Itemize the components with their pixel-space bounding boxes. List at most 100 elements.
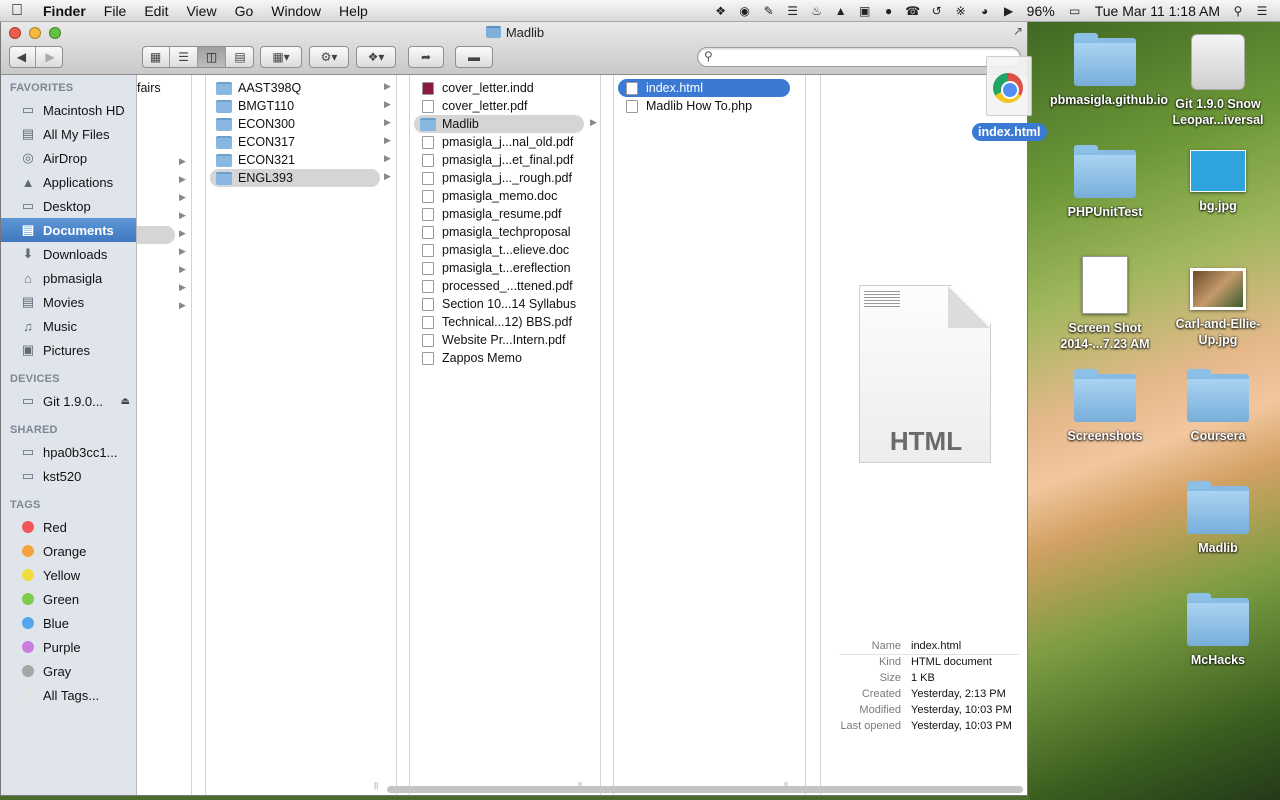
fullscreen-icon[interactable]: ↗: [1013, 24, 1023, 38]
sidebar-item-music[interactable]: ♫ Music: [1, 314, 136, 338]
incognito-hat-icon[interactable]: ●: [879, 3, 899, 19]
sidebar-item-git-volume[interactable]: ▭ Git 1.9.0... ⏏: [1, 389, 136, 413]
bell-icon[interactable]: ▲: [831, 3, 851, 19]
desktop-item-pbmasigla-github[interactable]: pbmasigla.github.io: [1050, 33, 1168, 108]
column-view-button[interactable]: ◫: [198, 47, 226, 67]
menu-clock[interactable]: Tue Mar 11 1:18 AM: [1089, 3, 1226, 19]
sidebar-item-all-my-files[interactable]: ▤ All My Files: [1, 122, 136, 146]
list-item[interactable]: pmasigla_resume.pdf: [414, 205, 584, 223]
menu-finder[interactable]: Finder: [34, 0, 95, 22]
wifi-icon[interactable]: ◕: [975, 3, 995, 19]
list-item[interactable]: index.html: [618, 79, 790, 97]
spotlight-search-icon[interactable]: ⚲: [1228, 3, 1248, 19]
list-item[interactable]: BMGT110: [210, 97, 380, 115]
sidebar-item-tag[interactable]: Yellow: [1, 563, 136, 587]
list-item[interactable]: Madlib: [414, 115, 584, 133]
search-input[interactable]: [720, 50, 1010, 64]
sidebar-item-tag[interactable]: Purple: [1, 635, 136, 659]
list-item[interactable]: cover_letter.indd: [414, 79, 584, 97]
desktop-item-screen-shot[interactable]: Screen Shot 2014-...7.23 AM: [1050, 256, 1160, 352]
horizontal-scrollbar[interactable]: [387, 786, 1023, 793]
sidebar-item-shared-kst520[interactable]: ▭ kst520: [1, 464, 136, 488]
menu-file[interactable]: File: [95, 0, 136, 22]
list-item[interactable]: Technical...12) BBS.pdf: [414, 313, 584, 331]
list-item[interactable]: cover_letter.pdf: [414, 97, 584, 115]
list-item[interactable]: pmasigla_t...elieve.doc: [414, 241, 584, 259]
list-item[interactable]: processed_...ttened.pdf: [414, 277, 584, 295]
list-item[interactable]: ECON300: [210, 115, 380, 133]
time-machine-icon[interactable]: ↺: [927, 3, 947, 19]
desktop-item-madlib[interactable]: Madlib: [1163, 481, 1273, 556]
list-item[interactable]: ECON321: [210, 151, 380, 169]
sidebar-item-tag[interactable]: All Tags...: [1, 683, 136, 707]
list-item[interactable]: pmasigla_j...nal_old.pdf: [414, 133, 584, 151]
sidebar-item-desktop[interactable]: ▭ Desktop: [1, 194, 136, 218]
dropbox-button[interactable]: ❖▾: [356, 46, 396, 68]
sidebar-item-pictures[interactable]: ▣ Pictures: [1, 338, 136, 362]
list-item[interactable]: fairs: [137, 79, 192, 97]
desktop-item-coursera[interactable]: Coursera: [1163, 369, 1273, 444]
eject-icon[interactable]: ⏏: [121, 396, 130, 407]
sidebar-item-documents[interactable]: ▤ Documents: [1, 218, 136, 242]
forward-button[interactable]: ▶: [36, 47, 64, 67]
list-item[interactable]: AAST398Q: [210, 79, 380, 97]
share-button[interactable]: ➦: [408, 46, 444, 68]
sidebar-item-downloads[interactable]: ⬇ Downloads: [1, 242, 136, 266]
list-item[interactable]: pmasigla_j..._rough.pdf: [414, 169, 584, 187]
notes-icon[interactable]: ✎: [759, 3, 779, 19]
airplay-icon[interactable]: ▣: [855, 3, 875, 19]
battery-percent[interactable]: 96%: [1021, 3, 1061, 19]
list-item[interactable]: Section 10...14 Syllabus: [414, 295, 584, 313]
sidebar-item-tag[interactable]: Gray: [1, 659, 136, 683]
sidebar-item-shared-hpa[interactable]: ▭ hpa0b3cc1...: [1, 440, 136, 464]
script-icon[interactable]: ☰: [783, 3, 803, 19]
menu-go[interactable]: Go: [226, 0, 263, 22]
evernote-icon[interactable]: ◉: [735, 3, 755, 19]
list-item-selected-documents-child[interactable]: [137, 226, 175, 244]
column-resize-handle[interactable]: ||: [374, 781, 378, 790]
tags-button[interactable]: ▬: [455, 46, 493, 68]
sidebar-item-movies[interactable]: ▤ Movies: [1, 290, 136, 314]
icon-view-button[interactable]: ▦: [142, 47, 170, 67]
list-item[interactable]: Madlib How To.php: [618, 97, 790, 115]
list-item[interactable]: ECON317: [210, 133, 380, 151]
list-item[interactable]: pmasigla_techproposal: [414, 223, 584, 241]
desktop-item-screenshots[interactable]: Screenshots: [1050, 369, 1160, 444]
sidebar-item-macintosh-hd[interactable]: ▭ Macintosh HD: [1, 98, 136, 122]
list-item[interactable]: Website Pr...Intern.pdf: [414, 331, 584, 349]
list-item[interactable]: pmasigla_t...ereflection: [414, 259, 584, 277]
list-view-button[interactable]: ☰: [170, 47, 198, 67]
list-item[interactable]: pmasigla_memo.doc: [414, 187, 584, 205]
menu-edit[interactable]: Edit: [135, 0, 177, 22]
desktop-item-phpunittest[interactable]: PHPUnitTest: [1050, 145, 1160, 220]
sidebar-item-tag[interactable]: Orange: [1, 539, 136, 563]
bluetooth-icon[interactable]: ※: [951, 3, 971, 19]
list-item[interactable]: ENGL393: [210, 169, 380, 187]
action-button[interactable]: ⚙▾: [309, 46, 349, 68]
list-item[interactable]: Zappos Memo: [414, 349, 584, 367]
sidebar-item-pbmasigla[interactable]: ⌂ pbmasigla: [1, 266, 136, 290]
dropbox-icon[interactable]: ❖: [711, 3, 731, 19]
menu-window[interactable]: Window: [262, 0, 330, 22]
volume-icon[interactable]: ▶: [999, 3, 1019, 19]
desktop-item-mchacks[interactable]: McHacks: [1163, 593, 1273, 668]
satellite-icon[interactable]: ☎: [903, 3, 923, 19]
sidebar-item-airdrop[interactable]: ◎ AirDrop: [1, 146, 136, 170]
desktop-item-carl-and-ellie[interactable]: Carl-and-Ellie-Up.jpg: [1163, 268, 1273, 348]
apple-menu-icon[interactable]: : [0, 0, 34, 22]
menu-view[interactable]: View: [177, 0, 225, 22]
sidebar-item-tag[interactable]: Green: [1, 587, 136, 611]
desktop-item-git-volume[interactable]: Git 1.9.0 Snow Leopar...iversal: [1163, 34, 1273, 128]
list-item[interactable]: pmasigla_j...et_final.pdf: [414, 151, 584, 169]
menu-help[interactable]: Help: [330, 0, 377, 22]
sidebar-item-tag[interactable]: Red: [1, 515, 136, 539]
cover-flow-button[interactable]: ▤: [226, 47, 254, 67]
sidebar-item-tag[interactable]: Blue: [1, 611, 136, 635]
notification-bell-icon[interactable]: ♨: [807, 3, 827, 19]
back-button[interactable]: ◀: [8, 47, 36, 67]
battery-icon[interactable]: ▭: [1063, 3, 1087, 19]
search-field[interactable]: ⚲: [697, 47, 1021, 67]
sidebar-item-applications[interactable]: ▲ Applications: [1, 170, 136, 194]
desktop-item-bg-jpg[interactable]: bg.jpg: [1163, 150, 1273, 214]
notification-center-icon[interactable]: ☰: [1252, 3, 1272, 19]
